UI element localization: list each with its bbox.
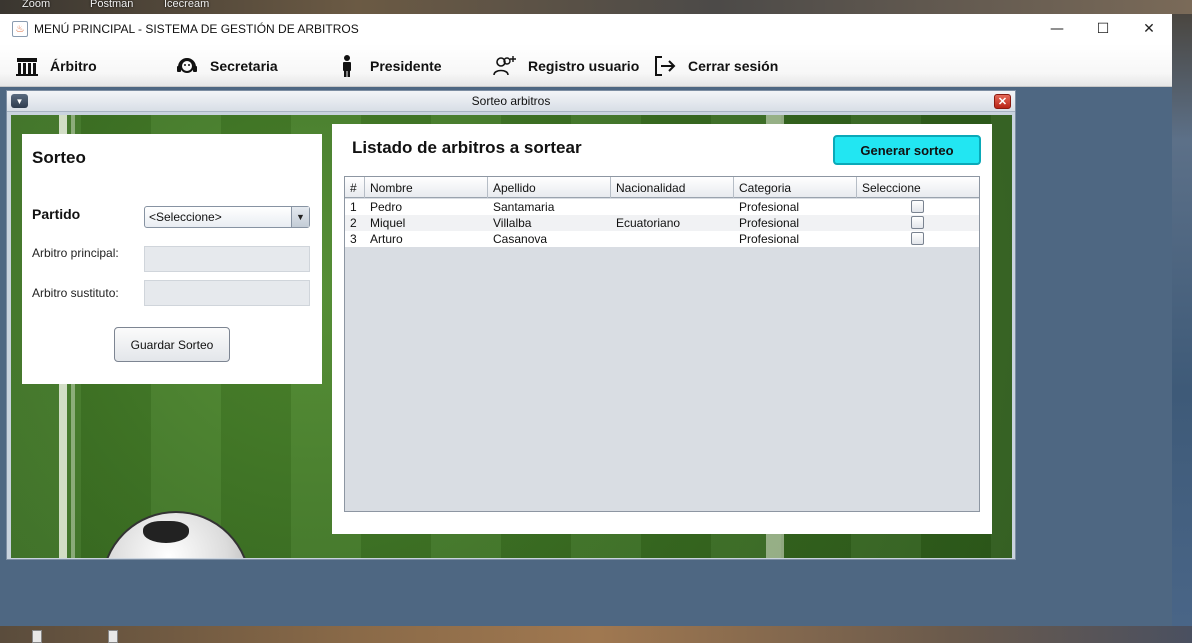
cell-nacionalidad: Ecuatoriano — [616, 216, 681, 230]
cell-num: 3 — [350, 232, 357, 246]
internal-frame-sorteo: ▼ Sorteo arbitros ✕ Sorteo Partido <Sele… — [6, 90, 1016, 560]
seleccione-checkbox[interactable] — [911, 200, 924, 213]
person-icon — [334, 53, 360, 79]
logout-icon — [652, 53, 678, 79]
listado-title: Listado de arbitros a sortear — [352, 138, 582, 157]
chevron-down-icon[interactable]: ▼ — [291, 207, 309, 227]
menu-item-presidente[interactable]: Presidente — [334, 44, 442, 87]
desktop-file-icon[interactable] — [108, 630, 118, 643]
add-user-icon — [492, 53, 518, 79]
menu-item-label: Presidente — [370, 57, 442, 74]
table-row[interactable]: 3 Arturo Casanova Profesional — [345, 231, 979, 247]
frame-close-button[interactable]: ✕ — [994, 94, 1011, 109]
cell-num: 2 — [350, 216, 357, 230]
seleccione-checkbox[interactable] — [911, 216, 924, 229]
main-window: ♨ MENÚ PRINCIPAL - SISTEMA DE GESTIÓN DE… — [0, 14, 1172, 626]
main-menubar: Árbitro Secretaria Presidente Registro u… — [0, 44, 1172, 87]
seleccione-checkbox[interactable] — [911, 232, 924, 245]
partido-label: Partido — [32, 206, 81, 222]
table-row[interactable]: 1 Pedro Santamaria Profesional — [345, 199, 979, 215]
internal-frame-title: Sorteo arbitros — [471, 94, 551, 108]
cell-nombre: Pedro — [370, 200, 403, 214]
desktop-wallpaper-bottom — [0, 626, 1192, 643]
arbitro-sustituto-label: Arbitro sustituto: — [32, 286, 119, 300]
cell-apellido: Villalba — [493, 216, 532, 230]
menu-item-cerrar-sesion[interactable]: Cerrar sesión — [652, 44, 778, 87]
menu-item-label: Árbitro — [50, 57, 97, 74]
desktop-wallpaper-right — [1172, 14, 1192, 643]
sorteo-title: Sorteo — [32, 148, 86, 167]
partido-selected-value: <Seleccione> — [149, 210, 222, 224]
generar-sorteo-button[interactable]: Generar sorteo — [833, 135, 981, 165]
column-header-num[interactable]: # — [345, 177, 365, 198]
taskbar-item-icecream[interactable]: Icecream — [164, 0, 209, 10]
minimize-button[interactable]: — — [1034, 14, 1080, 44]
cell-categoria: Profesional — [739, 232, 800, 246]
referee-icon — [14, 53, 40, 79]
cell-nombre: Miquel — [370, 216, 406, 230]
menu-item-label: Cerrar sesión — [688, 57, 779, 74]
column-header-apellido[interactable]: Apellido — [488, 177, 611, 198]
close-window-button[interactable]: ✕ — [1126, 14, 1172, 44]
cell-nacionalidad — [611, 199, 616, 215]
cell-apellido: Casanova — [493, 232, 548, 246]
sorteo-panel: Sorteo Partido <Seleccione> ▼ Arbitro pr… — [22, 134, 322, 384]
arbitro-sustituto-field[interactable] — [144, 280, 310, 306]
desktop-file-icon[interactable] — [32, 630, 42, 643]
column-header-nombre[interactable]: Nombre — [365, 177, 488, 198]
menu-item-secretaria[interactable]: Secretaria — [174, 44, 278, 87]
maximize-button[interactable]: ☐ — [1080, 14, 1126, 44]
column-header-seleccione[interactable]: Seleccione — [857, 177, 979, 198]
listado-panel: Listado de arbitros a sortear Generar so… — [332, 124, 992, 534]
table-header: # Nombre Apellido Nacionalidad Categoria… — [345, 177, 979, 198]
soccer-field-background: Sorteo Partido <Seleccione> ▼ Arbitro pr… — [11, 115, 1012, 558]
table-row[interactable]: 2 Miquel Villalba Ecuatoriano Profesiona… — [345, 215, 979, 231]
arbitro-principal-label: Arbitro principal: — [32, 246, 119, 260]
cell-categoria: Profesional — [739, 216, 800, 230]
partido-combobox[interactable]: <Seleccione> ▼ — [144, 206, 310, 228]
frame-menu-button[interactable]: ▼ — [11, 94, 28, 108]
column-header-nacionalidad[interactable]: Nacionalidad — [611, 177, 734, 198]
menu-item-arbitro[interactable]: Árbitro — [14, 44, 97, 87]
cell-nombre: Arturo — [370, 232, 403, 246]
column-header-categoria[interactable]: Categoria — [734, 177, 857, 198]
guardar-sorteo-button[interactable]: Guardar Sorteo — [114, 327, 230, 362]
headset-icon — [174, 53, 200, 79]
window-title: MENÚ PRINCIPAL - SISTEMA DE GESTIÓN DE A… — [34, 22, 359, 36]
taskbar-item-zoom[interactable]: Zoom — [22, 0, 50, 10]
menu-item-label: Registro usuario — [528, 57, 640, 74]
taskbar-item-postman[interactable]: Postman — [90, 0, 133, 10]
arbitro-principal-field[interactable] — [144, 246, 310, 272]
window-titlebar[interactable]: ♨ MENÚ PRINCIPAL - SISTEMA DE GESTIÓN DE… — [0, 14, 1172, 44]
java-app-icon: ♨ — [12, 21, 28, 37]
menu-item-registro-usuario[interactable]: Registro usuario — [492, 44, 639, 87]
cell-categoria: Profesional — [739, 200, 800, 214]
internal-frame-titlebar[interactable]: ▼ Sorteo arbitros ✕ — [7, 91, 1015, 112]
mdi-desktop-area: ▼ Sorteo arbitros ✕ Sorteo Partido <Sele… — [0, 88, 1172, 626]
desktop-taskbar-top: Zoom Postman Icecream — [0, 0, 1192, 14]
cell-apellido: Santamaria — [493, 200, 555, 214]
cell-nacionalidad — [611, 231, 616, 247]
menu-item-label: Secretaria — [210, 57, 278, 74]
cell-num: 1 — [350, 200, 357, 214]
arbitros-table: # Nombre Apellido Nacionalidad Categoria… — [344, 176, 980, 512]
soccer-ball-image — [101, 511, 251, 558]
window-controls: — ☐ ✕ — [1034, 14, 1172, 44]
